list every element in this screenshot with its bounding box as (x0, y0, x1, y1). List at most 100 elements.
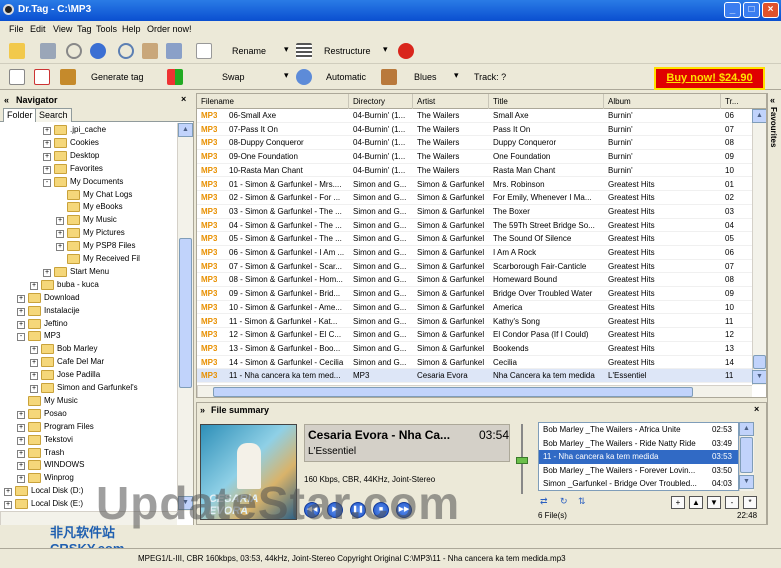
expand-toggle-icon[interactable]: + (43, 268, 51, 277)
column-filename[interactable]: Filename (197, 94, 349, 109)
menu-tools[interactable]: Tools (96, 24, 117, 34)
expand-toggle-icon[interactable]: + (30, 281, 38, 290)
swap-button[interactable]: Swap (222, 72, 245, 82)
menu-tag[interactable]: Tag (77, 24, 92, 34)
grid-scrollbar[interactable]: ▲ ▼ (752, 109, 766, 385)
expand-toggle-icon[interactable]: + (30, 346, 38, 355)
shuffle-icon[interactable]: ⇄ (540, 496, 548, 507)
tree-node[interactable]: + Simon and Garfunkel's (0, 382, 176, 395)
playlist-item[interactable]: Simon _Garfunkel - Bridge Over Troubled.… (539, 477, 738, 491)
tab-search[interactable]: Search (35, 108, 72, 122)
stop-icon[interactable] (398, 43, 414, 59)
table-row[interactable]: MP3 14 - Simon & Garfunkel - Cecilia Simon… (197, 356, 752, 370)
collapse-icon[interactable]: « (4, 95, 9, 105)
tree-node[interactable]: + Desktop (0, 150, 176, 163)
swap-arrows-icon[interactable] (167, 69, 183, 85)
tree-node[interactable]: My Received Fil (0, 253, 176, 266)
table-row[interactable]: MP3 06 - Simon & Garfunkel - I Am ... Simo… (197, 246, 752, 260)
table-row[interactable]: MP3 06-Small Axe 04-Burnin' (1... The Waile… (197, 109, 752, 123)
tree-node[interactable]: - MP3 (0, 330, 176, 343)
tree-node[interactable]: My Chat Logs (0, 189, 176, 202)
tree-scrollbar[interactable]: ▲ ▼ (177, 123, 193, 511)
tree-node[interactable]: + Trash (0, 447, 176, 460)
table-row[interactable]: MP3 11 - Nha cancera ka tem med... MP3 Cesa… (197, 369, 752, 383)
grid-scroll-thumb[interactable] (753, 355, 766, 369)
playlist-remove-button[interactable]: - (725, 496, 739, 509)
genre-icon[interactable] (381, 69, 397, 85)
tree-node[interactable]: - My Documents (0, 176, 176, 189)
tree-node[interactable]: + Cookies (0, 137, 176, 150)
repeat-icon[interactable]: ↻ (560, 496, 568, 507)
tree-node[interactable]: + WINDOWS (0, 459, 176, 472)
tree-node[interactable]: + Posao (0, 408, 176, 421)
restructure-button[interactable]: Restructure (324, 46, 371, 56)
rename-dropdown-icon[interactable]: ▾ (284, 44, 289, 55)
search-icon[interactable] (118, 43, 134, 59)
expand-toggle-icon[interactable]: + (43, 152, 51, 161)
tag-editor-icon[interactable] (60, 69, 76, 85)
playlist-scrollbar[interactable]: ▲ ▼ (739, 422, 754, 491)
playlist-item[interactable]: 11 - Nha cancera ka tem medida 03:53 (539, 450, 738, 464)
tree-node[interactable]: My Music (0, 395, 176, 408)
tree-node[interactable]: + Jose Padilla (0, 369, 176, 382)
table-row[interactable]: MP3 02 - Simon & Garfunkel - For ... Simon… (197, 191, 752, 205)
sort-icon[interactable]: ⇅ (578, 496, 586, 507)
expand-toggle-icon[interactable]: + (30, 359, 38, 368)
navigator-close-icon[interactable]: × (181, 94, 186, 104)
tree-node[interactable]: + My Pictures (0, 227, 176, 240)
column-directory[interactable]: Directory (349, 94, 413, 109)
expand-toggle-icon[interactable]: + (17, 294, 25, 303)
expand-toggle-icon[interactable]: + (56, 217, 64, 226)
menu-file[interactable]: File (9, 24, 24, 34)
generate-tag-button[interactable]: Generate tag (91, 72, 144, 82)
bookmark-icon[interactable] (166, 43, 182, 59)
table-row[interactable]: MP3 09-One Foundation 04-Burnin' (1... The … (197, 150, 752, 164)
automatic-button[interactable]: Automatic (326, 72, 366, 82)
grid-scroll-down-icon[interactable]: ▼ (752, 370, 766, 384)
tag-tools-icon[interactable] (142, 43, 158, 59)
table-row[interactable]: MP3 08-Duppy Conqueror 04-Burnin' (1... The… (197, 136, 752, 151)
tree-node[interactable]: + Program Files (0, 421, 176, 434)
favourites-label[interactable]: Favourites (769, 107, 778, 147)
menu-help[interactable]: Help (122, 24, 141, 34)
open-folder-icon[interactable] (9, 43, 25, 59)
table-row[interactable]: MP3 13 - Simon & Garfunkel - Boo... Simon … (197, 342, 752, 356)
tree-node[interactable]: + Tekstovi (0, 434, 176, 447)
tree-node[interactable]: + Download (0, 292, 176, 305)
expand-toggle-icon[interactable]: + (56, 230, 64, 239)
grid-hscrollbar[interactable] (197, 385, 752, 397)
maximize-button[interactable]: □ (743, 2, 760, 18)
playlist-scroll-up-icon[interactable]: ▲ (739, 422, 754, 436)
table-row[interactable]: MP3 10-Rasta Man Chant 04-Burnin' (1... The… (197, 164, 752, 178)
expand-toggle-icon[interactable]: + (43, 165, 51, 174)
expand-toggle-icon[interactable]: + (17, 436, 25, 445)
rename-button[interactable]: Rename (232, 46, 266, 56)
table-row[interactable]: MP3 10 - Simon & Garfunkel - Ame... Simon … (197, 301, 752, 315)
cancel-icon[interactable] (66, 43, 82, 59)
abcd-rename-icon[interactable] (196, 43, 212, 59)
close-button[interactable]: × (762, 2, 779, 18)
restructure-icon[interactable] (296, 43, 312, 59)
save-icon[interactable] (40, 43, 56, 59)
tree-node[interactable]: + Start Menu (0, 266, 176, 279)
playlist-item[interactable]: Bob Marley _The Wailers - Forever Lovin.… (539, 464, 738, 478)
collapse-summary-icon[interactable]: » (200, 405, 205, 415)
tree-node[interactable]: + My Music (0, 214, 176, 227)
tree-node[interactable]: + Instalacije (0, 305, 176, 318)
grid-hscroll-thumb[interactable] (213, 387, 693, 397)
menu-view[interactable]: View (53, 24, 72, 34)
volume-handle[interactable] (516, 457, 528, 464)
expand-toggle-icon[interactable]: + (17, 410, 25, 419)
table-row[interactable]: MP3 07-Pass It On 04-Burnin' (1... The Wail… (197, 123, 752, 137)
expand-toggle-icon[interactable]: - (17, 333, 25, 342)
tab-folder[interactable]: Folder (3, 108, 37, 122)
track-field[interactable]: Track: ? (474, 72, 506, 82)
expand-toggle-icon[interactable]: + (4, 488, 12, 497)
playlist-move-up-button[interactable]: ▲ (689, 496, 703, 509)
expand-toggle-icon[interactable]: + (30, 372, 38, 381)
playlist-clear-button[interactable]: * (743, 496, 757, 509)
expand-toggle-icon[interactable]: + (17, 320, 25, 329)
remove-tag-icon[interactable] (34, 69, 50, 85)
favourites-expand-icon[interactable]: « (770, 95, 775, 105)
tree-node[interactable]: + Cafe Del Mar (0, 356, 176, 369)
